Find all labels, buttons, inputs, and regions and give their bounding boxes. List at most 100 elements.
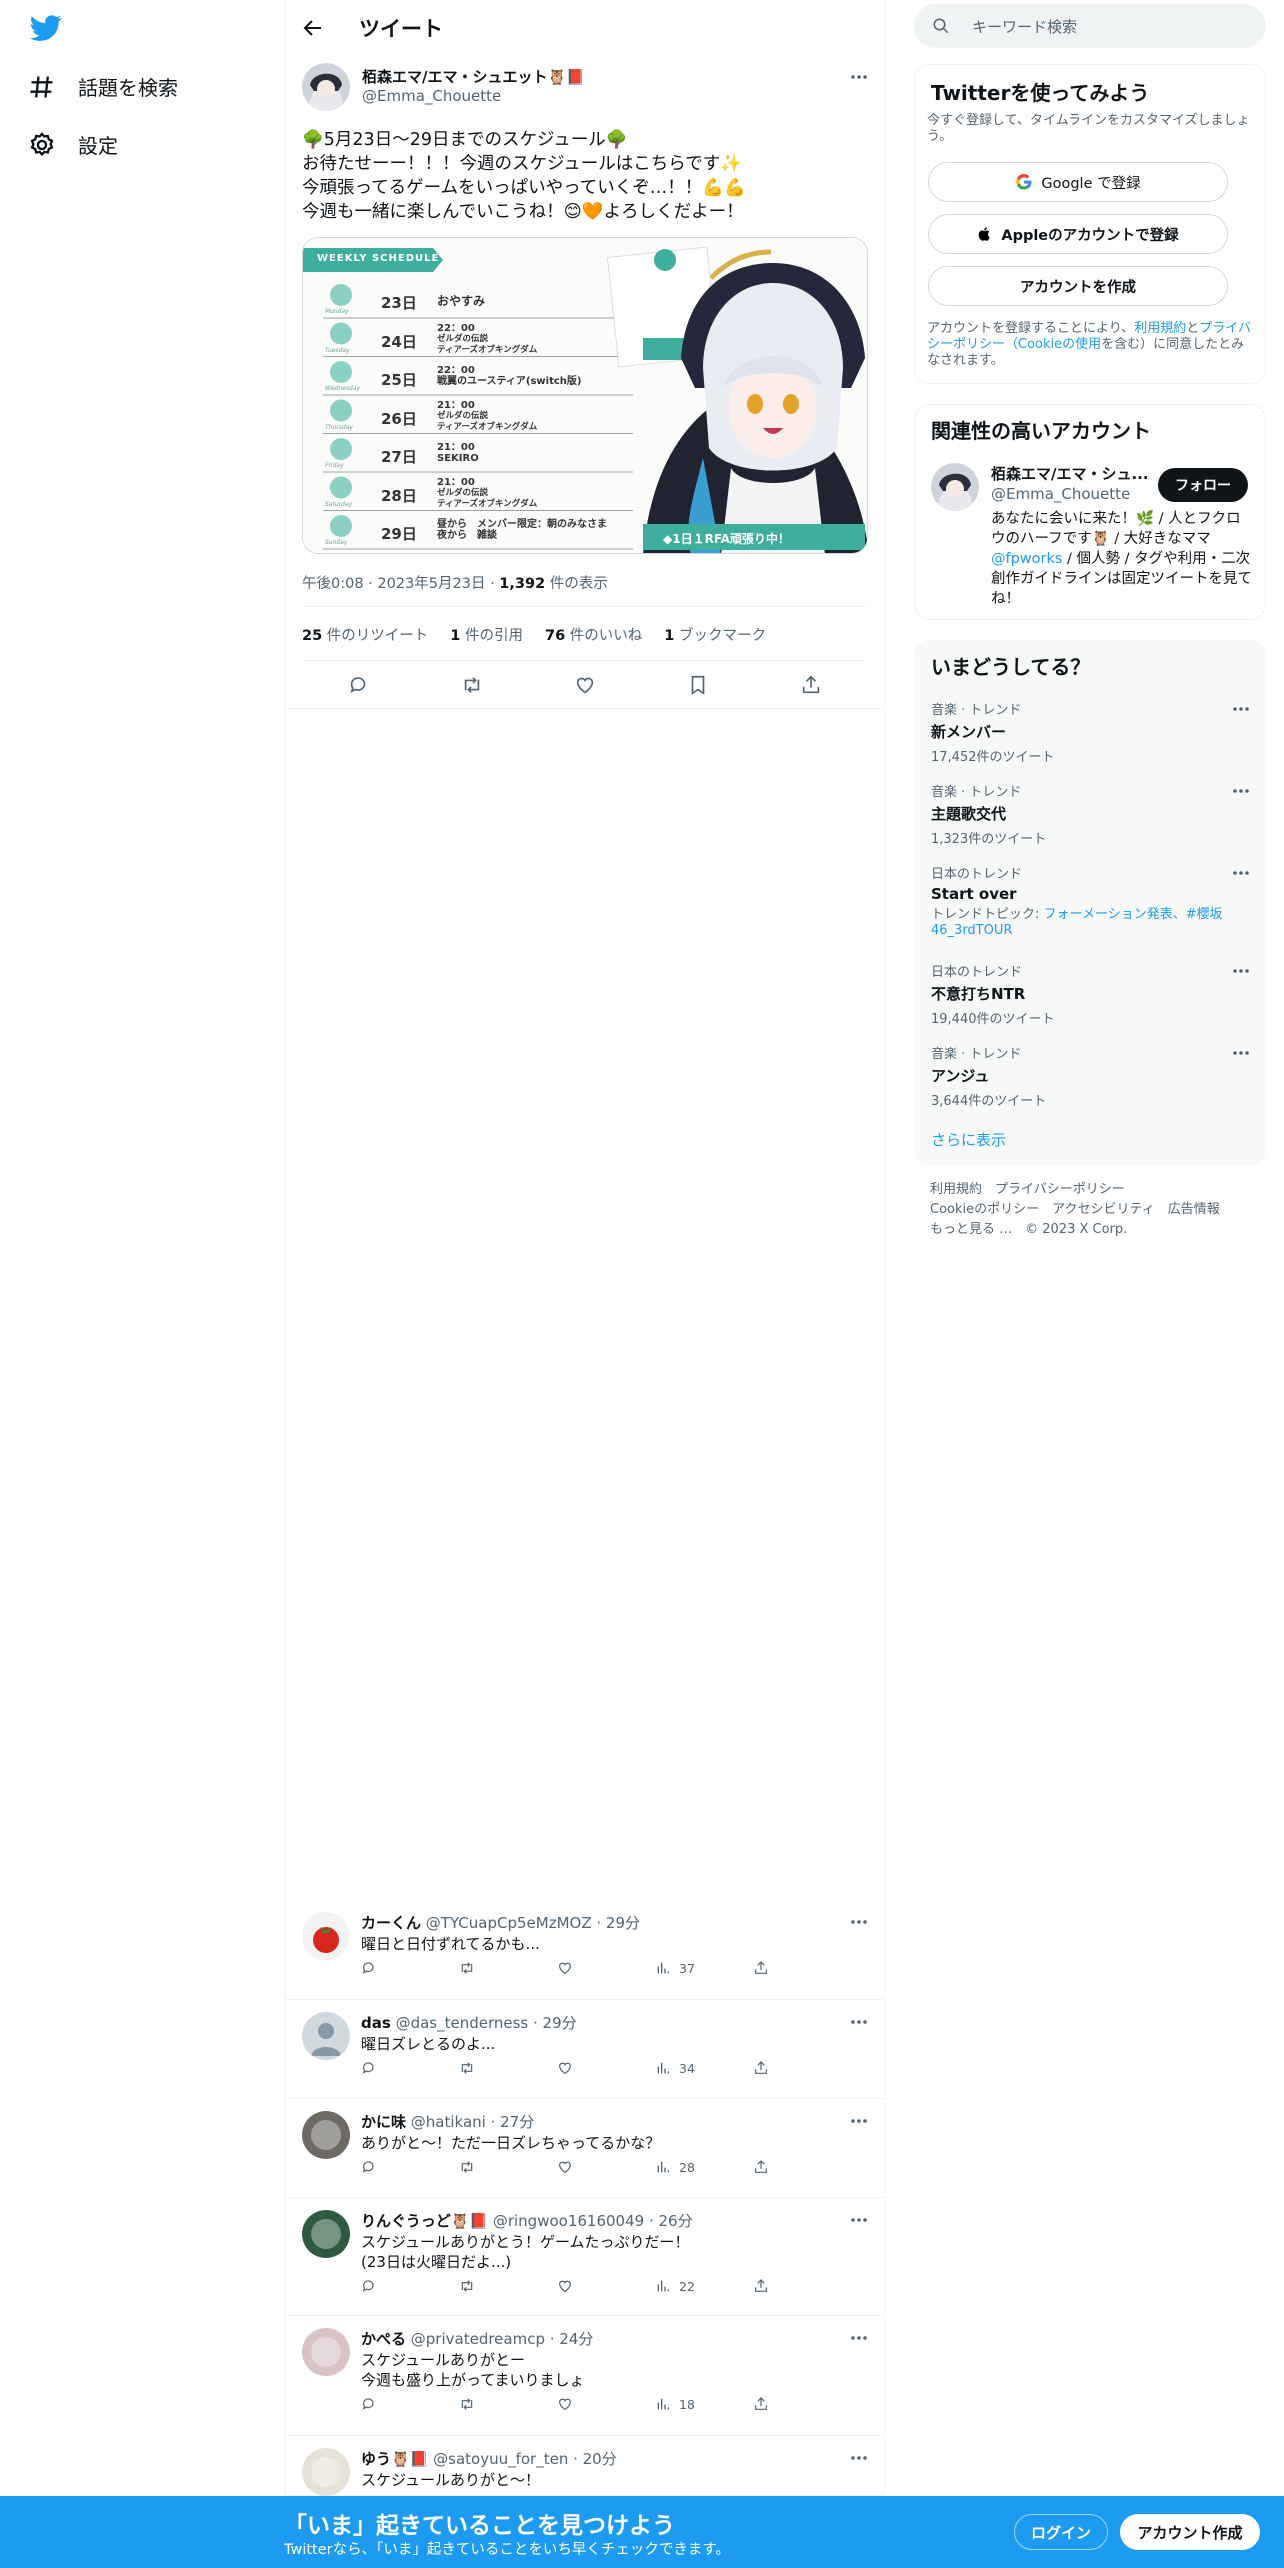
- back-arrow-icon[interactable]: [301, 16, 325, 40]
- create-account-button[interactable]: アカウントを作成: [928, 266, 1228, 306]
- share-action[interactable]: [753, 2396, 851, 2412]
- retweet-icon[interactable]: [461, 674, 483, 696]
- reply-name[interactable]: カーくん: [361, 1914, 421, 1932]
- footer-line-1[interactable]: 利用規約 プライバシーポリシー: [930, 1180, 1125, 1200]
- more-icon[interactable]: [1231, 699, 1251, 719]
- share-action[interactable]: [753, 2278, 851, 2294]
- bookmark-stat[interactable]: 1 ブックマーク: [664, 624, 766, 645]
- retweet-action[interactable]: [459, 2396, 557, 2412]
- reply-avatar[interactable]: [302, 2111, 350, 2159]
- footer-line-3[interactable]: もっと見る … © 2023 X Corp.: [930, 1220, 1127, 1240]
- author-avatar[interactable]: [302, 63, 350, 111]
- reply-name[interactable]: かに味: [361, 2113, 406, 2131]
- trend-item[interactable]: 日本のトレンド Start over トレンドトピック: フォーメーション発表、#櫻…: [931, 863, 1251, 939]
- reply-handle[interactable]: @das_tenderness: [391, 2014, 529, 2032]
- quote-stat[interactable]: 1 件の引用: [450, 624, 523, 645]
- more-icon[interactable]: [1231, 961, 1251, 981]
- more-icon[interactable]: [1231, 863, 1251, 883]
- terms-link[interactable]: 利用規約: [1134, 321, 1186, 336]
- reply-avatar[interactable]: [302, 2328, 350, 2376]
- like-stat[interactable]: 76 件のいいね: [545, 624, 642, 645]
- reply-action[interactable]: [361, 2396, 459, 2412]
- like-action[interactable]: [557, 2060, 655, 2076]
- more-icon[interactable]: [849, 2328, 869, 2348]
- reply-tweet[interactable]: ゆう🦉📕 @satoyuu_for_ten · 20分 スケジュールありがと～！: [285, 2436, 885, 2496]
- views-action[interactable]: 22: [655, 2278, 753, 2294]
- like-icon[interactable]: [574, 674, 596, 696]
- reply-handle[interactable]: @hatikani: [406, 2113, 486, 2131]
- like-action[interactable]: [557, 1960, 655, 1976]
- reply-time[interactable]: · 27分: [486, 2113, 535, 2131]
- bookmark-icon[interactable]: [687, 674, 709, 696]
- share-action[interactable]: [753, 2060, 851, 2076]
- signup-button[interactable]: アカウント作成: [1120, 2514, 1260, 2550]
- author-name[interactable]: 栢森エマ/エマ・シュエット🦉📕: [362, 66, 585, 87]
- related-avatar[interactable]: [931, 463, 979, 511]
- more-icon[interactable]: [849, 2448, 869, 2468]
- reply-name[interactable]: ゆう🦉📕: [361, 2450, 428, 2468]
- search-box[interactable]: キーワード検索: [914, 4, 1266, 48]
- reply-name[interactable]: das: [361, 2014, 391, 2032]
- reply-handle[interactable]: @ringwoo16160049: [488, 2212, 644, 2230]
- share-action[interactable]: [753, 2159, 851, 2175]
- reply-time[interactable]: · 29分: [592, 1914, 640, 1932]
- reply-tweet[interactable]: かぺる @privatedreamcp · 24分 スケジュールありがとー 今週も…: [285, 2316, 885, 2436]
- login-button[interactable]: ログイン: [1014, 2514, 1108, 2550]
- follow-button[interactable]: フォロー: [1158, 468, 1248, 502]
- reply-time[interactable]: · 24分: [545, 2330, 594, 2348]
- reply-name[interactable]: りんぐうっど🦉📕: [361, 2212, 488, 2230]
- google-signup-button[interactable]: Google で登録: [928, 162, 1228, 202]
- reply-time[interactable]: · 20分: [568, 2450, 617, 2468]
- retweet-action[interactable]: [459, 1960, 557, 1976]
- reply-action[interactable]: [361, 2060, 459, 2076]
- tweet-media[interactable]: WEEKLY SCHEDULE Monday 23日 おやすみ Tuesday 24日 2…: [302, 237, 868, 554]
- reply-action[interactable]: [361, 1960, 459, 1976]
- more-icon[interactable]: [849, 1912, 869, 1932]
- author-handle[interactable]: @Emma_Chouette: [362, 87, 501, 105]
- reply-time[interactable]: · 29分: [528, 2014, 577, 2032]
- more-icon[interactable]: [849, 2111, 869, 2131]
- like-action[interactable]: [557, 2396, 655, 2412]
- retweet-action[interactable]: [459, 2278, 557, 2294]
- reply-avatar[interactable]: [302, 2448, 350, 2496]
- reply-avatar[interactable]: [302, 2210, 350, 2258]
- views-action[interactable]: 37: [655, 1960, 753, 1976]
- reply-tweet[interactable]: りんぐうっど🦉📕 @ringwoo16160049 · 26分 スケジュールありが…: [285, 2198, 885, 2316]
- reply-tweet[interactable]: das @das_tenderness · 29分 曜日ズレとるのよ... 34: [285, 2000, 885, 2099]
- related-name[interactable]: 栢森エマ/エマ・シュ...: [991, 463, 1151, 484]
- more-icon[interactable]: [1231, 781, 1251, 801]
- reply-name[interactable]: かぺる: [361, 2330, 406, 2348]
- retweet-stat[interactable]: 25 件のリツイート: [302, 624, 428, 645]
- more-icon[interactable]: [849, 67, 869, 87]
- retweet-action[interactable]: [459, 2159, 557, 2175]
- trend-item[interactable]: 音楽 · トレンド 主題歌交代 1,323件のツイート: [931, 781, 1251, 847]
- more-icon[interactable]: [849, 2012, 869, 2032]
- reply-action[interactable]: [361, 2278, 459, 2294]
- share-icon[interactable]: [800, 674, 822, 696]
- reply-tweet[interactable]: かに味 @hatikani · 27分 ありがと～！ただ一日ズレちゃってるかな？ 2…: [285, 2099, 885, 2198]
- nav-explore[interactable]: 話題を検索: [28, 72, 178, 101]
- tweet-time[interactable]: 午後0:08 · 2023年5月23日 ·: [302, 576, 499, 592]
- twitter-logo-icon[interactable]: [28, 12, 64, 44]
- share-action[interactable]: [753, 1960, 851, 1976]
- more-icon[interactable]: [1231, 1043, 1251, 1063]
- more-icon[interactable]: [849, 2210, 869, 2230]
- reply-icon[interactable]: [348, 674, 370, 696]
- trend-item[interactable]: 日本のトレンド 不意打ちNTR 19,440件のツイート: [931, 961, 1251, 1027]
- apple-signup-button[interactable]: Appleのアカウントで登録: [928, 214, 1228, 254]
- reply-handle[interactable]: @satoyuu_for_ten: [428, 2450, 568, 2468]
- retweet-action[interactable]: [459, 2060, 557, 2076]
- like-action[interactable]: [557, 2278, 655, 2294]
- views-action[interactable]: 28: [655, 2159, 753, 2175]
- trend-item[interactable]: 音楽 · トレンド 新メンバー 17,452件のツイート: [931, 699, 1251, 765]
- reply-action[interactable]: [361, 2159, 459, 2175]
- show-more-link[interactable]: さらに表示: [931, 1129, 1006, 1150]
- reply-tweet[interactable]: カーくん @TYCuapCp5eMzMOZ · 29分 曜日と日付ずれてるかも..…: [285, 1900, 885, 2000]
- reply-handle[interactable]: @TYCuapCp5eMzMOZ: [421, 1914, 592, 1932]
- trend-item[interactable]: 音楽 · トレンド アンジュ 3,644件のツイート: [931, 1043, 1251, 1109]
- like-action[interactable]: [557, 2159, 655, 2175]
- footer-line-2[interactable]: Cookieのポリシー アクセシビリティ 広告情報: [930, 1200, 1220, 1220]
- reply-time[interactable]: · 26分: [644, 2212, 693, 2230]
- views-action[interactable]: 34: [655, 2060, 753, 2076]
- reply-avatar[interactable]: [302, 1912, 350, 1960]
